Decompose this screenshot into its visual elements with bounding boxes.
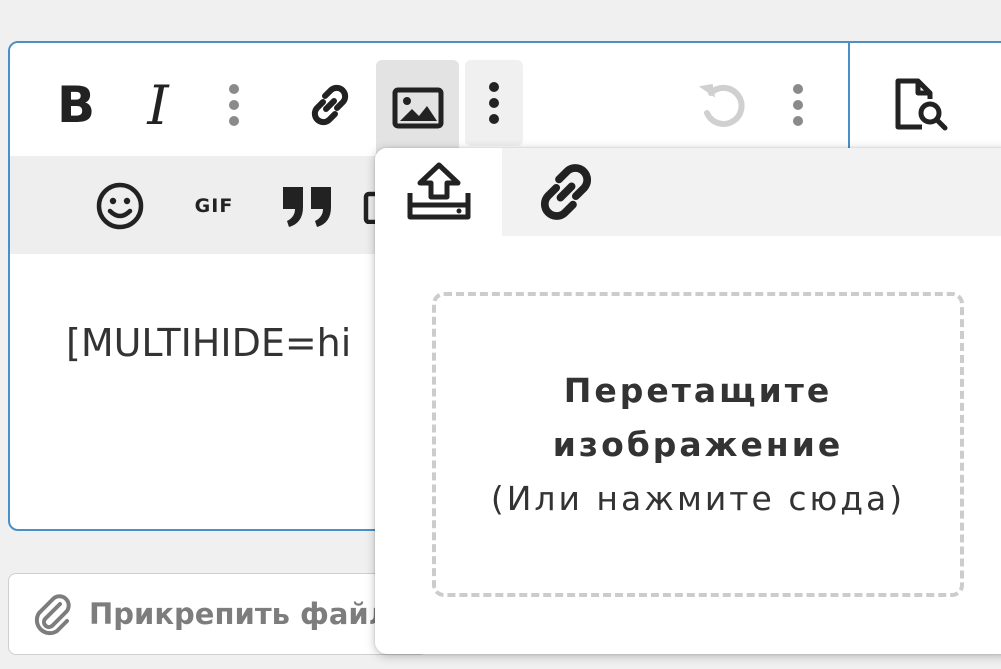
vertical-dots-icon — [489, 82, 499, 124]
tab-upload[interactable] — [375, 148, 502, 236]
preview-button[interactable] — [882, 65, 962, 145]
attach-file-button[interactable]: Прикрепить файл — [8, 573, 428, 655]
italic-label: I — [147, 73, 169, 137]
gif-button[interactable]: GIF — [184, 166, 244, 246]
vertical-dots-icon — [229, 84, 239, 126]
smiley-icon — [96, 182, 144, 230]
emoji-button[interactable] — [90, 166, 150, 246]
insert-image-popup: Перетащите изображение (Или нажмите сюда… — [375, 148, 1001, 654]
toolbar-separator — [848, 43, 850, 153]
more-text-options-button[interactable] — [214, 65, 254, 145]
italic-button[interactable]: I — [128, 65, 188, 145]
undo-icon — [698, 83, 745, 127]
image-dropzone[interactable]: Перетащите изображение (Или нажмите сюда… — [432, 292, 964, 597]
quote-icon — [283, 187, 331, 227]
link-icon — [540, 164, 591, 220]
paperclip-icon — [34, 594, 71, 636]
image-icon — [392, 87, 443, 129]
more-history-options-button[interactable] — [778, 65, 818, 145]
quote-button[interactable] — [275, 166, 341, 246]
upload-icon — [407, 162, 470, 220]
insert-image-button[interactable] — [376, 60, 459, 156]
undo-button[interactable] — [688, 65, 758, 145]
vertical-dots-icon — [793, 84, 803, 126]
dropzone-title: Перетащите изображение — [552, 370, 844, 464]
editor-toolbar: B I — [10, 43, 1001, 156]
gif-label: GIF — [194, 195, 234, 217]
attach-file-label: Прикрепить файл — [89, 597, 390, 631]
document-search-icon — [895, 78, 948, 131]
tab-link[interactable] — [502, 148, 629, 236]
bold-button[interactable]: B — [46, 65, 106, 145]
more-insert-options-button[interactable] — [465, 60, 523, 146]
editor-content-text[interactable]: [MULTIHIDE=hi — [66, 321, 351, 365]
dropzone-hint: (Или нажмите сюда) — [490, 478, 906, 518]
link-icon — [311, 84, 349, 126]
bold-label: B — [56, 76, 96, 134]
popup-tabs — [375, 148, 1001, 236]
insert-link-button[interactable] — [295, 65, 365, 145]
